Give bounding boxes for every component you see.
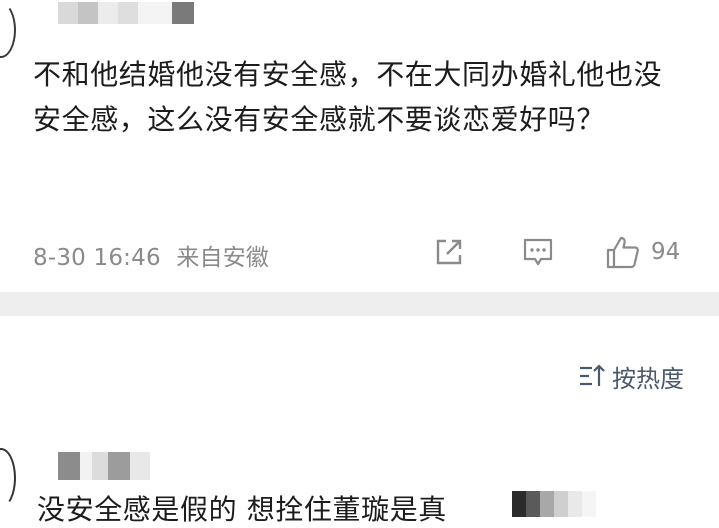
username-redacted[interactable] (58, 452, 150, 480)
next-comment-text: 没安全感是假的 想拴住董璇是真 (37, 493, 447, 526)
comment-meta: 8-30 16:46 来自安徽 94 (33, 232, 693, 272)
thumbs-up-icon (606, 236, 639, 269)
sort-toggle[interactable]: 按热度 (578, 358, 684, 394)
comment-text: 不和他结婚他没有安全感，不在大同办婚礼他也没安全感，这么没有安全感就不要谈恋爱好… (33, 58, 663, 136)
like-button[interactable]: 94 (605, 232, 680, 272)
sort-label: 按热度 (612, 364, 684, 393)
comment-icon (523, 238, 553, 266)
share-icon (436, 239, 462, 265)
like-count: 94 (651, 239, 681, 265)
avatar[interactable] (0, 2, 16, 58)
redacted-text (512, 491, 596, 517)
share-button[interactable] (433, 232, 465, 272)
reply-button[interactable] (521, 232, 555, 272)
username-redacted[interactable] (58, 2, 194, 24)
avatar[interactable] (0, 448, 16, 508)
location: 来自安徽 (176, 245, 270, 271)
comment-timestamp: 8-30 16:46 来自安徽 (33, 238, 269, 272)
sort-icon (580, 364, 605, 386)
comment-card: 不和他结婚他没有安全感，不在大同办婚礼他也没安全感，这么没有安全感就不要谈恋爱好… (0, 0, 719, 292)
timestamp: 8-30 16:46 (33, 245, 161, 271)
section-divider (0, 292, 719, 316)
